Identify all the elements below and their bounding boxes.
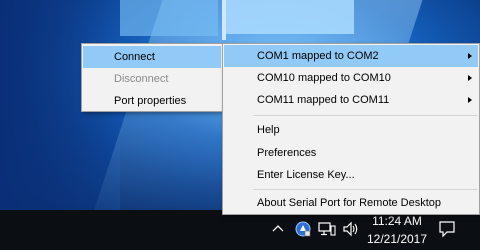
help-label: Help — [257, 124, 280, 136]
wallpaper-window-pane — [120, 0, 218, 36]
help-menu-item[interactable]: Help — [224, 119, 478, 141]
menu-separator — [253, 189, 477, 190]
com11-label: COM11 mapped to COM11 — [257, 94, 390, 106]
taskbar-clock[interactable]: 11:24 AM 12/21/2017 — [362, 212, 432, 248]
port-properties-menu-item[interactable]: Port properties — [83, 90, 221, 112]
port-context-menu: Connect Disconnect Port properties — [81, 43, 223, 112]
preferences-label: Preferences — [257, 147, 317, 159]
wallpaper-window-divider — [222, 0, 226, 40]
port-properties-label: Port properties — [114, 95, 187, 107]
about-menu-item[interactable]: About Serial Port for Remote Desktop — [224, 192, 478, 214]
connect-label: Connect — [114, 51, 155, 63]
submenu-arrow-icon — [468, 53, 472, 59]
chevron-up-icon[interactable] — [271, 222, 285, 236]
disconnect-menu-item: Disconnect — [83, 68, 221, 90]
disconnect-label: Disconnect — [114, 73, 169, 85]
com1-label: COM1 mapped to COM2 — [257, 50, 379, 62]
preferences-menu-item[interactable]: Preferences — [224, 142, 478, 164]
volume-icon[interactable] — [342, 221, 360, 237]
menu-separator — [253, 115, 477, 116]
clock-date: 12/21/2017 — [366, 232, 428, 246]
network-icon[interactable] — [318, 222, 336, 236]
com11-submenu-item[interactable]: COM11 mapped to COM11 — [224, 89, 478, 111]
tray-context-menu: COM1 mapped to COM2 COM10 mapped to COM1… — [222, 43, 480, 215]
submenu-arrow-icon — [468, 75, 472, 81]
wallpaper-window-pane — [226, 0, 354, 34]
about-label: About Serial Port for Remote Desktop — [257, 197, 442, 209]
connect-menu-item[interactable]: Connect — [83, 46, 221, 68]
com10-label: COM10 mapped to COM10 — [257, 72, 391, 84]
notification-icon[interactable] — [438, 220, 456, 238]
enter-license-key-menu-item[interactable]: Enter License Key... — [224, 164, 478, 186]
submenu-arrow-icon — [468, 97, 472, 103]
enter-license-key-label: Enter License Key... — [257, 169, 355, 181]
serial-port-app-icon[interactable] — [295, 221, 311, 237]
com1-submenu-item[interactable]: COM1 mapped to COM2 — [224, 45, 478, 67]
com10-submenu-item[interactable]: COM10 mapped to COM10 — [224, 67, 478, 89]
